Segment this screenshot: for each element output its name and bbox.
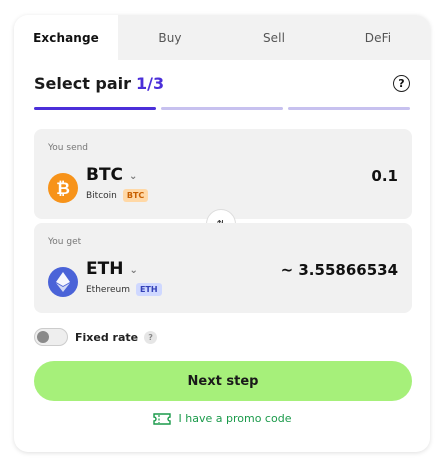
send-currency-selector[interactable]: BTC ⌄ (86, 165, 137, 185)
send-network-badge: BTC (122, 189, 149, 202)
step-header: Select pair 1/3 ? (34, 74, 410, 93)
send-name: Bitcoin (86, 190, 117, 201)
fixed-rate-row: Fixed rate ? (34, 328, 158, 346)
chevron-down-icon: ⌄ (129, 264, 138, 276)
bitcoin-icon: ₿ (48, 173, 78, 203)
tab-sell[interactable]: Sell (222, 15, 326, 60)
progress-segment-3 (288, 107, 410, 110)
get-currency-name: Ethereum ETH (86, 283, 162, 296)
get-network-badge: ETH (135, 283, 162, 296)
get-amount-value: ~ 3.55866534 (280, 261, 398, 279)
get-currency-selector[interactable]: ETH ⌄ (86, 259, 138, 279)
page-title: Select pair 1/3 (34, 74, 164, 93)
get-ticker: ETH (86, 259, 124, 279)
send-ticker: BTC (86, 165, 124, 185)
promo-code-link[interactable]: I have a promo code (14, 412, 430, 425)
progress-segment-2 (161, 107, 283, 110)
step-progress (34, 107, 410, 110)
question-circle-icon[interactable]: ? (393, 75, 410, 92)
fixed-rate-toggle[interactable] (34, 328, 68, 346)
step-indicator: 1/3 (136, 74, 165, 93)
fixed-rate-help-icon[interactable]: ? (144, 330, 158, 344)
tab-buy[interactable]: Buy (118, 15, 222, 60)
tab-defi[interactable]: DeFi (326, 15, 430, 60)
ethereum-icon (48, 267, 78, 297)
promo-label: I have a promo code (178, 412, 292, 425)
tab-bar: Exchange Buy Sell DeFi (14, 15, 430, 60)
chevron-down-icon: ⌄ (129, 170, 138, 182)
title-text: Select pair (34, 74, 132, 93)
send-currency-name: Bitcoin BTC (86, 189, 149, 202)
progress-segment-1 (34, 107, 156, 110)
svg-text:₿: ₿ (56, 179, 70, 199)
send-panel: You send ₿ BTC ⌄ Bitcoin BTC 0.1 (34, 129, 412, 219)
get-name: Ethereum (86, 284, 130, 295)
exchange-widget: Exchange Buy Sell DeFi Select pair 1/3 ? … (14, 15, 430, 452)
toggle-knob (37, 331, 49, 343)
next-step-button[interactable]: Next step (34, 361, 412, 401)
send-label: You send (48, 143, 89, 153)
fixed-rate-label: Fixed rate (75, 330, 139, 344)
get-label: You get (48, 237, 82, 247)
ticket-icon (152, 412, 171, 425)
tab-exchange[interactable]: Exchange (14, 15, 118, 60)
get-panel: You get ETH ⌄ Ethereum ETH ~ 3.55866534 (34, 223, 412, 313)
send-amount-input[interactable]: 0.1 (371, 167, 398, 185)
